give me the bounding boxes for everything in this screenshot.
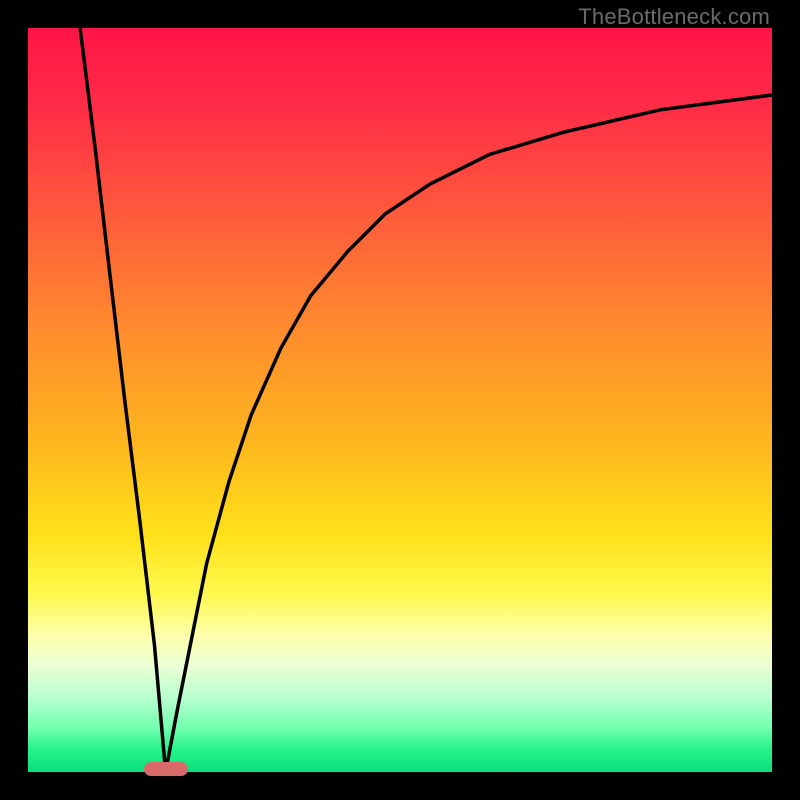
curve-right-branch — [166, 95, 772, 772]
plot-area — [28, 28, 772, 772]
bottleneck-curve — [28, 28, 772, 772]
chart-frame: TheBottleneck.com — [0, 0, 800, 800]
optimal-marker — [144, 762, 188, 776]
watermark-text: TheBottleneck.com — [578, 4, 770, 30]
curve-left-branch — [80, 28, 166, 772]
